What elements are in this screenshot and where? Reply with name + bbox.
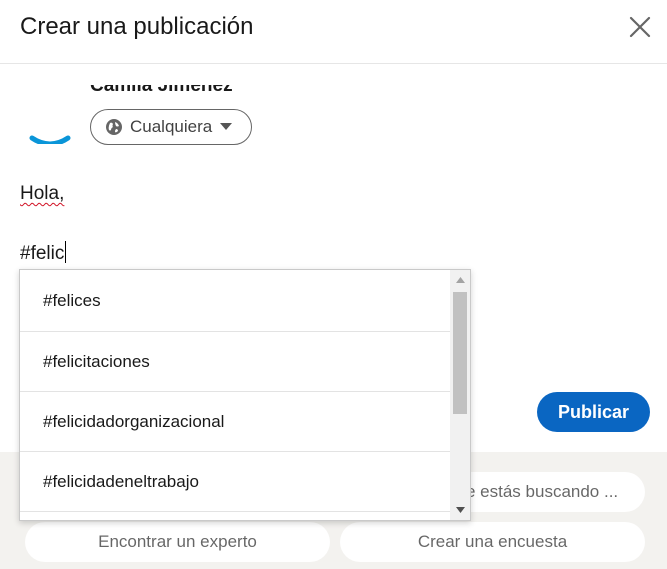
editor-greeting: Hola, — [20, 183, 65, 204]
hashtag-option[interactable]: #felicitaciones — [20, 332, 450, 392]
publish-button[interactable]: Publicar — [537, 392, 650, 432]
avatar — [20, 78, 80, 144]
globe-icon — [106, 119, 122, 135]
hashtag-option[interactable]: #felices — [20, 270, 450, 332]
hashtag-suggestions-dropdown: #felices #felicitaciones #felicidadorgan… — [19, 269, 471, 521]
hashtag-option[interactable]: #felicidadeneltrabajo — [20, 452, 450, 512]
post-editor[interactable]: Hola, #felic — [20, 180, 640, 270]
close-icon — [629, 16, 651, 38]
dropdown-scrollbar[interactable] — [450, 270, 470, 520]
editor-text-line: Hola, — [20, 183, 64, 205]
arrow-down-icon — [455, 507, 465, 513]
modal-header: Crear una publicación — [0, 0, 667, 64]
editor-hashtag-text: #felic — [20, 243, 65, 264]
modal-title: Crear una publicación — [20, 13, 254, 40]
author-name: Camila Jiménez — [90, 85, 233, 96]
hashtag-option[interactable]: #felicidadorganizacional — [20, 392, 450, 452]
find-expert-pill[interactable]: Encontrar un experto — [25, 522, 330, 562]
close-button[interactable] — [623, 10, 657, 44]
scroll-up-button[interactable] — [450, 270, 470, 290]
scroll-down-button[interactable] — [450, 500, 470, 520]
caret-down-icon — [220, 123, 233, 130]
audience-label: Cualquiera — [130, 117, 213, 136]
editor-hashtag-line: #felic — [20, 241, 67, 265]
arrow-up-icon — [455, 277, 465, 283]
audience-selector-button[interactable]: Cualquiera — [90, 109, 252, 145]
text-cursor — [65, 241, 67, 263]
create-poll-pill[interactable]: Crear una encuesta — [340, 522, 645, 562]
hashtag-list: #felices #felicitaciones #felicidadorgan… — [20, 270, 450, 520]
hashtag-option-partial[interactable] — [20, 512, 450, 520]
scrollbar-thumb[interactable] — [453, 292, 467, 414]
